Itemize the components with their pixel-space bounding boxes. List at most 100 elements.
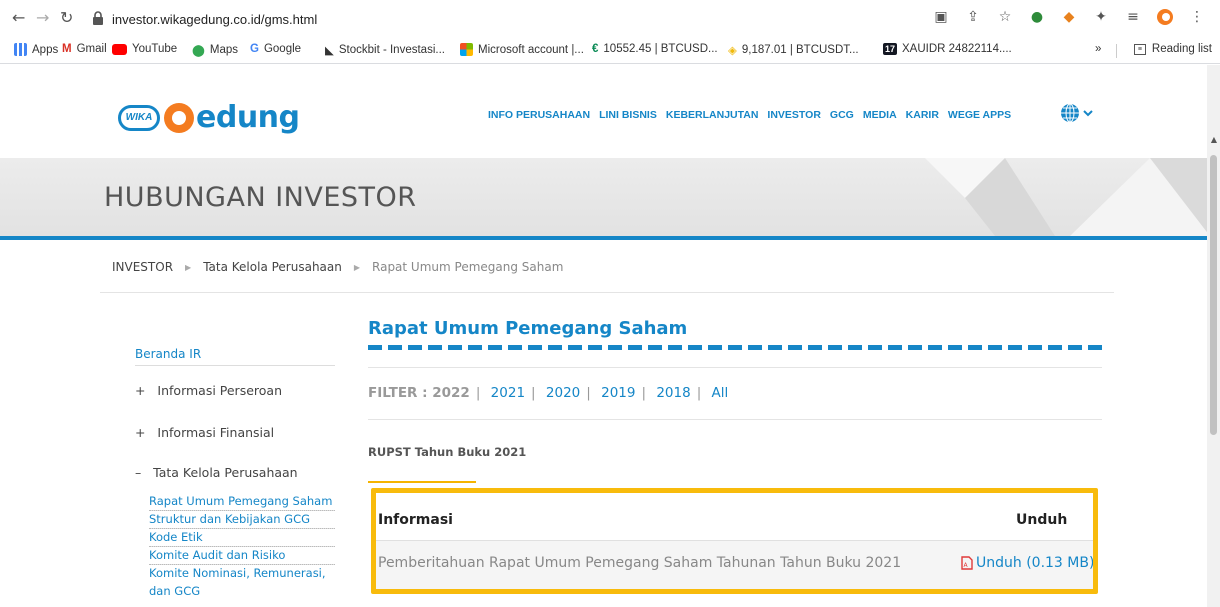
bookmark-google[interactable]: G Google: [250, 43, 301, 55]
nav-media[interactable]: MEDIA: [863, 109, 897, 121]
menu-kebab-icon[interactable]: ⋮: [1188, 8, 1206, 26]
bookmark-label: Apps: [32, 43, 59, 56]
filter-all[interactable]: All: [712, 385, 729, 401]
extension-globe-icon[interactable]: ●: [1028, 8, 1046, 26]
translate-icon[interactable]: ▣: [932, 8, 950, 26]
bookmark-label: Google: [263, 43, 302, 55]
extensions-puzzle-icon[interactable]: ✦: [1092, 8, 1110, 26]
plus-icon: +: [135, 425, 146, 440]
bookmark-apps[interactable]: Apps: [14, 43, 58, 56]
bookmark-btcusd[interactable]: € 10552.45 | BTCUSD...: [592, 43, 718, 55]
section-heading: RUPST Tahun Buku 2021: [368, 445, 527, 459]
bookmarks-divider: [1116, 44, 1117, 58]
browser-toolbar: ← → ↻ investor.wikagedung.co.id/gms.html…: [0, 0, 1220, 36]
sidebar-home-link[interactable]: Beranda IR: [135, 347, 201, 361]
filter-year-2018[interactable]: 2018: [656, 385, 690, 401]
bookmark-label: Maps: [209, 44, 238, 56]
wika-badge: WIKA: [118, 104, 160, 131]
more-bookmarks-button[interactable]: »: [1095, 43, 1101, 55]
nav-info-perusahaan[interactable]: INFO PERUSAHAAN: [488, 109, 590, 121]
nav-keberlanjutan[interactable]: KEBERLANJUTAN: [666, 109, 759, 121]
logo-text: edung: [196, 100, 300, 135]
breadcrumb-investor[interactable]: INVESTOR: [112, 260, 173, 274]
bookmark-microsoft[interactable]: Microsoft account |...: [460, 43, 584, 56]
youtube-icon: [112, 43, 127, 55]
divider: [149, 546, 335, 547]
tradingview-icon: 17: [883, 43, 898, 55]
share-icon[interactable]: ⇪: [964, 8, 982, 26]
bookmark-label: XAUIDR 24822114....: [902, 43, 1012, 55]
star-icon[interactable]: ☆: [996, 8, 1014, 26]
sidebar-item-tata-kelola[interactable]: – Tata Kelola Perusahaan: [135, 465, 298, 480]
sidebar-sub-rups[interactable]: Rapat Umum Pemegang Saham: [149, 494, 332, 508]
microsoft-icon: [460, 43, 473, 56]
page-scrollbar[interactable]: ▲: [1207, 65, 1220, 607]
breadcrumb: INVESTOR ▶ Tata Kelola Perusahaan ▶ Rapa…: [112, 260, 563, 274]
bookmark-gmail[interactable]: M Gmail: [62, 43, 107, 55]
google-icon: G: [250, 43, 259, 55]
main-navigation: INFO PERUSAHAAN LINI BISNIS KEBERLANJUTA…: [488, 109, 1011, 121]
bookmark-label: YouTube: [132, 43, 178, 55]
breadcrumb-current: Rapat Umum Pemegang Saham: [372, 260, 564, 274]
year-filter: FILTER : 2022 | 2021 | 2020 | 2019 | 2018 | A…: [368, 385, 729, 401]
sidebar-item-informasi-perseroan[interactable]: + Informasi Perseroan: [135, 383, 282, 398]
sidebar-item-informasi-finansial[interactable]: + Informasi Finansial: [135, 425, 274, 440]
forward-icon[interactable]: →: [36, 9, 49, 27]
maps-pin-icon: ⬤: [192, 45, 205, 57]
divider: [100, 292, 1114, 293]
reading-list-button[interactable]: ≡ Reading list: [1133, 43, 1212, 55]
filter-year-2021[interactable]: 2021: [491, 385, 525, 401]
nav-investor[interactable]: INVESTOR: [767, 109, 820, 121]
bookmark-label: Stockbit - Investasi...: [338, 44, 445, 56]
wika-gedung-logo[interactable]: WIKA edung: [118, 100, 300, 135]
bookmark-btcusdt[interactable]: ◈ 9,187.01 | BTCUSDT...: [728, 43, 859, 57]
bookmark-stockbit[interactable]: ◣ Stockbit - Investasi...: [325, 43, 445, 57]
sidebar-sub-komite-nominasi[interactable]: Komite Nominasi, Remunerasi,: [149, 566, 326, 580]
scrollbar-thumb[interactable]: [1210, 155, 1217, 435]
back-icon[interactable]: ←: [12, 9, 25, 27]
divider: [368, 419, 1102, 420]
minus-icon: –: [135, 465, 142, 480]
sidebar-item-label: Informasi Perseroan: [157, 383, 282, 398]
bookmark-maps[interactable]: ⬤ Maps: [192, 43, 238, 57]
bookmark-label: 9,187.01 | BTCUSDT...: [741, 44, 859, 56]
lock-icon: [93, 11, 103, 25]
nav-gcg[interactable]: GCG: [830, 109, 854, 121]
bookmark-youtube[interactable]: YouTube: [112, 43, 177, 55]
language-selector[interactable]: [1060, 103, 1093, 123]
reading-list-icon: ≡: [1133, 43, 1146, 55]
bookmark-label: Gmail: [76, 43, 107, 55]
nav-karir[interactable]: KARIR: [906, 109, 939, 121]
page-banner: HUBUNGAN INVESTOR: [0, 158, 1207, 236]
bookmark-label: Microsoft account |...: [478, 43, 584, 56]
metamask-icon[interactable]: ◆: [1060, 8, 1078, 26]
sidebar-item-label: Informasi Finansial: [157, 425, 275, 440]
address-bar[interactable]: investor.wikagedung.co.id/gms.html: [112, 12, 317, 27]
logo-g-icon: [164, 102, 194, 133]
divider: [368, 367, 1102, 368]
reload-icon[interactable]: ↻: [60, 9, 73, 27]
profile-icon[interactable]: [1156, 8, 1174, 26]
scroll-up-arrow-icon[interactable]: ▲: [1211, 135, 1217, 144]
apps-grid-icon: [14, 43, 27, 56]
filter-year-2019[interactable]: 2019: [601, 385, 635, 401]
nav-wege-apps[interactable]: WEGE APPS: [948, 109, 1011, 121]
breadcrumb-tata-kelola[interactable]: Tata Kelola Perusahaan: [203, 260, 342, 274]
divider: [135, 365, 335, 366]
media-queue-icon[interactable]: ≡: [1124, 8, 1142, 26]
section-underline: [368, 481, 476, 483]
sidebar-sub-komite-audit[interactable]: Komite Audit dan Risiko: [149, 548, 285, 562]
sidebar-sub-struktur-gcg[interactable]: Struktur dan Kebijakan GCG: [149, 512, 310, 526]
sidebar-sub-kode-etik[interactable]: Kode Etik: [149, 530, 203, 544]
banner-underline: [0, 236, 1207, 240]
nav-lini-bisnis[interactable]: LINI BISNIS: [599, 109, 657, 121]
sidebar-sub-komite-nominasi-cont[interactable]: dan GCG: [149, 584, 200, 598]
gmail-icon: M: [62, 43, 72, 55]
banner-decoration-right: [1070, 158, 1207, 236]
filter-year-2020[interactable]: 2020: [546, 385, 580, 401]
filter-current-year: FILTER : 2022: [368, 385, 470, 401]
page-title: HUBUNGAN INVESTOR: [104, 182, 417, 213]
content-title: Rapat Umum Pemegang Saham: [368, 318, 688, 339]
bookmark-xauidr[interactable]: 17 XAUIDR 24822114....: [883, 43, 1012, 55]
chevron-right-icon: ▶: [353, 262, 361, 272]
